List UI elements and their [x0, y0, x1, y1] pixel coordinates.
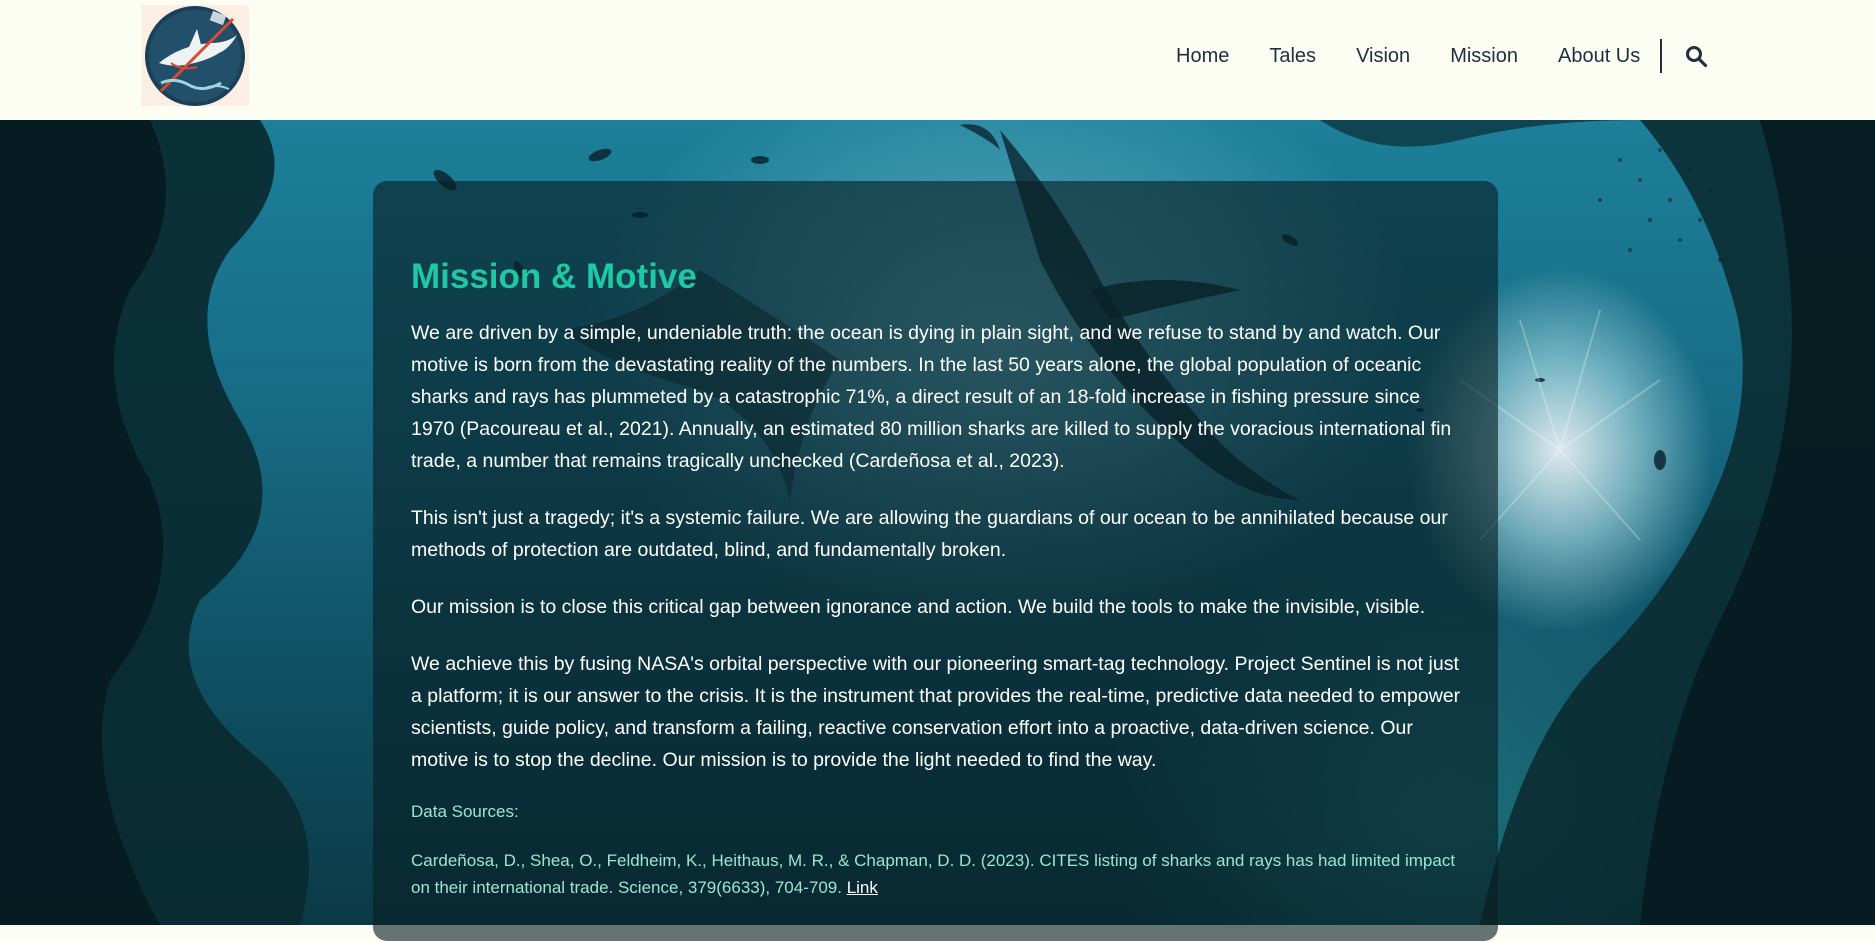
mission-paragraph-4: We achieve this by fusing NASA's orbital… [411, 653, 1461, 771]
citation-text: Cardeñosa, D., Shea, O., Feldheim, K., H… [411, 851, 1456, 897]
search-icon[interactable] [1684, 44, 1708, 68]
nav-about-us[interactable]: About Us [1558, 45, 1640, 68]
nav-mission[interactable]: Mission [1450, 45, 1518, 68]
main-nav: Home Tales Vision Mission About Us [1176, 38, 1708, 74]
shark-logo[interactable] [141, 5, 249, 106]
citation: Cardeñosa, D., Shea, O., Feldheim, K., H… [411, 847, 1461, 901]
nav-divider [1660, 39, 1663, 73]
nav-home[interactable]: Home [1176, 45, 1229, 68]
mission-paragraph-1: We are driven by a simple, undeniable tr… [411, 322, 1452, 472]
nav-vision[interactable]: Vision [1356, 45, 1410, 68]
page-title: Mission & Motive [411, 257, 697, 296]
site-header: Home Tales Vision Mission About Us [0, 0, 1875, 120]
mission-paragraph-3: Our mission is to close this critical ga… [411, 596, 1426, 618]
mission-paragraph-2: This isn't just a tragedy; it's a system… [411, 507, 1448, 561]
mission-card: Mission & Motive We are driven by a simp… [373, 181, 1498, 941]
data-sources-heading: Data Sources: [411, 802, 519, 821]
search-button[interactable] [1684, 44, 1708, 68]
nav-tales[interactable]: Tales [1269, 45, 1316, 68]
citation-link[interactable]: Link [847, 878, 878, 897]
